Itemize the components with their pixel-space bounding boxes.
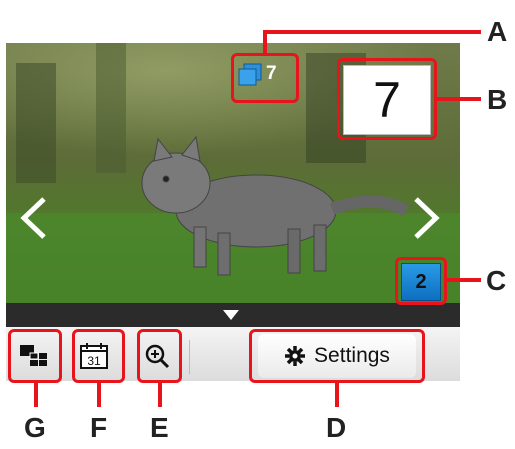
callout-b: B xyxy=(487,84,508,115)
calendar-icon: 31 xyxy=(80,343,108,369)
layout-button[interactable] xyxy=(12,335,56,377)
gear-icon xyxy=(285,346,306,366)
callout-d: D xyxy=(326,412,347,443)
zoom-button[interactable] xyxy=(135,335,179,377)
date-button[interactable]: 31 xyxy=(72,335,116,377)
settings-label: Settings xyxy=(314,344,390,367)
layout-grid-icon xyxy=(20,345,47,366)
leader-c xyxy=(447,278,481,282)
total-photo-count-badge: 7 xyxy=(237,62,277,86)
previous-photo-arrow-icon[interactable] xyxy=(16,193,52,243)
settings-button[interactable]: Settings xyxy=(258,334,416,378)
leader-a-vertical xyxy=(263,32,267,54)
sheet-count-indicator: 2 xyxy=(401,263,441,301)
callout-e: E xyxy=(150,412,169,443)
callout-c: C xyxy=(486,265,507,296)
callout-f: F xyxy=(90,412,108,443)
leader-f xyxy=(97,383,101,407)
leader-e xyxy=(158,383,162,407)
photo-stack-icon xyxy=(238,63,262,86)
zoom-in-icon xyxy=(145,344,170,369)
toolbar-divider xyxy=(189,340,190,374)
callout-a: A xyxy=(487,16,508,47)
scroll-strip[interactable] xyxy=(6,303,460,327)
leader-g xyxy=(34,383,38,407)
scroll-down-icon[interactable] xyxy=(223,310,239,320)
leader-a-horizontal xyxy=(263,30,481,34)
svg-text:31: 31 xyxy=(87,354,101,368)
leader-d xyxy=(335,383,339,407)
copies-count[interactable]: 7 xyxy=(343,65,431,135)
leader-b xyxy=(437,97,481,101)
callout-g: G xyxy=(24,412,46,443)
total-photo-count: 7 xyxy=(266,63,277,84)
next-photo-arrow-icon[interactable] xyxy=(408,193,444,243)
